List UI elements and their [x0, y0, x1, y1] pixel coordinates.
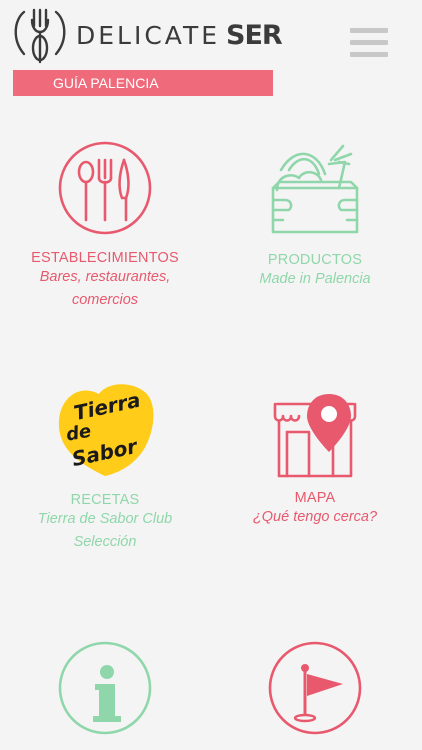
tile-subtitle: Made in Palencia	[259, 271, 371, 287]
map-store-pin-icon	[273, 394, 357, 478]
guide-label-bar: GUÍA PALENCIA	[13, 70, 273, 96]
brand-wordmark: DELICATE SER	[76, 19, 283, 51]
hamburger-menu-icon[interactable]	[350, 28, 388, 62]
brand-ser: SER	[226, 19, 283, 51]
golf-flag-icon	[268, 641, 362, 735]
menu-line	[350, 52, 388, 57]
tile-subtitle: Tierra de Sabor Club	[37, 511, 173, 527]
logo-text-de: de	[64, 421, 92, 446]
cutlery-icon	[58, 141, 152, 235]
tile-recetas[interactable]: Tierra de Sabor RECETAS Tierra de Sabor …	[5, 378, 205, 554]
tile-info[interactable]	[5, 640, 205, 736]
tile-title: PRODUCTOS	[267, 252, 363, 268]
brand-delicate: DELICATE	[76, 20, 221, 50]
vegetable-box-icon	[271, 144, 359, 234]
info-icon	[58, 641, 152, 735]
tile-mapa[interactable]: MAPA ¿Qué tengo cerca?	[215, 392, 415, 529]
tile-productos[interactable]: PRODUCTOS Made in Palencia	[215, 140, 415, 291]
app-header: DELICATE SER GUÍA PALENCIA	[0, 0, 422, 100]
fork-spoon-logo-icon	[14, 8, 66, 64]
tile-golf-flag[interactable]	[215, 640, 415, 736]
menu-line	[350, 28, 388, 33]
menu-line	[350, 40, 388, 45]
tile-subtitle: Selección	[73, 534, 137, 550]
tile-title: MAPA	[294, 490, 336, 506]
tile-title: ESTABLECIMIENTOS	[31, 250, 179, 266]
tile-subtitle: ¿Qué tengo cerca?	[252, 509, 378, 525]
tierra-de-sabor-logo: Tierra de Sabor	[58, 384, 154, 476]
tile-establecimientos[interactable]: ESTABLECIMIENTOS Bares, restaurantes, co…	[5, 140, 205, 312]
tile-subtitle: Bares, restaurantes,	[39, 269, 171, 285]
tile-title: RECETAS	[70, 492, 140, 508]
tile-subtitle: comercios	[71, 292, 139, 308]
